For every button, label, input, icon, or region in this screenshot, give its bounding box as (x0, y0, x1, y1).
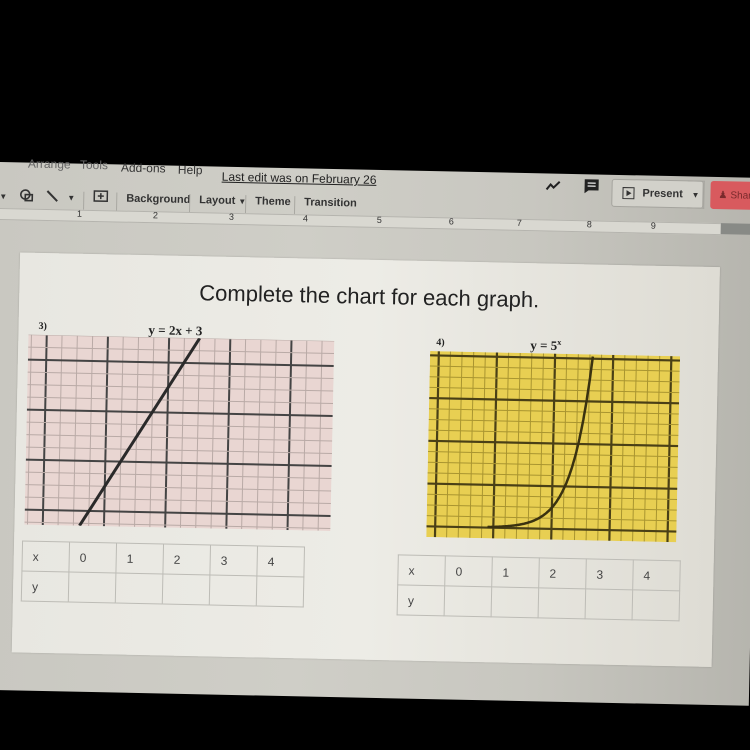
ruler-end (720, 223, 750, 235)
table-header-x: x (397, 554, 446, 586)
theme-button[interactable]: Theme (255, 195, 291, 208)
table-row-y: y (21, 571, 304, 607)
last-edit-link[interactable]: Last edit was on February 26 (222, 170, 377, 187)
add-comment-icon[interactable] (93, 190, 109, 207)
table-cell-x[interactable]: 4 (256, 545, 305, 577)
ruler-number: 5 (376, 214, 382, 226)
graph-number: 3) (38, 320, 48, 333)
ruler-number: 7 (516, 217, 522, 228)
ruler-number: 4 (302, 213, 309, 224)
separator (244, 195, 247, 214)
equation-exponent: x (557, 337, 562, 347)
separator (116, 192, 118, 211)
ruler-number: 8 (586, 219, 592, 230)
screen: Arrange Tools Add-ons Help Last edit was… (0, 157, 750, 706)
table-cell-y[interactable] (209, 574, 257, 606)
table-cell-y[interactable] (68, 572, 116, 604)
ruler-number: 2 (152, 210, 159, 221)
slide-canvas[interactable]: Complete the chart for each graph. 3) y … (11, 252, 720, 668)
graph-number: 4) (436, 337, 445, 349)
comment-icon[interactable] (582, 178, 600, 194)
table-header-y: y (397, 584, 445, 616)
table-cell-x[interactable]: 1 (491, 556, 540, 588)
table-cell-x[interactable]: 3 (209, 544, 258, 576)
table-cell-x[interactable]: 0 (444, 555, 493, 587)
line-icon[interactable] (45, 189, 59, 206)
table-header-x: x (21, 541, 70, 573)
present-label: Present (642, 187, 683, 201)
menu-help[interactable]: Help (178, 163, 203, 178)
separator (293, 196, 296, 215)
table-cell-x[interactable]: 0 (68, 542, 117, 574)
ruler-number: 9 (650, 220, 656, 231)
ruler-number: 1 (76, 208, 83, 219)
menu-arrange[interactable]: Arrange (28, 157, 71, 172)
equation-base: y = 5 (530, 337, 558, 354)
table-cell-y[interactable] (632, 589, 680, 621)
ruler-number: 6 (448, 216, 454, 227)
table-cell-x[interactable]: 2 (162, 544, 211, 575)
table-cell-y[interactable] (538, 587, 586, 619)
table-cell-y[interactable] (585, 588, 633, 620)
play-icon (622, 187, 635, 200)
table-cell-y[interactable] (444, 585, 492, 617)
menu-add-ons[interactable]: Add-ons (121, 161, 166, 176)
table-cell-y[interactable] (491, 586, 539, 618)
xy-table-linear: x 0 1 2 3 4 y (21, 541, 305, 608)
shape-icon[interactable] (19, 188, 35, 205)
separator (83, 191, 85, 210)
linear-graph (24, 334, 335, 531)
separator (188, 193, 191, 212)
xy-table-exponential: x 0 1 2 3 4 y (397, 554, 681, 621)
transition-button[interactable]: Transition (304, 196, 357, 209)
table-cell-x[interactable]: 2 (538, 557, 587, 589)
table-cell-y[interactable] (115, 573, 163, 604)
chevron-down-icon: ▼ (691, 189, 700, 200)
slide-title: Complete the chart for each graph. (199, 280, 540, 313)
table-cell-y[interactable] (162, 574, 210, 605)
background-button[interactable]: Background (126, 193, 190, 206)
ruler-number: 3 (228, 211, 235, 222)
table-cell-x[interactable]: 1 (115, 543, 164, 575)
graph-equation: y = 5x (530, 337, 561, 354)
person-icon: ♟ (718, 189, 728, 201)
layout-button[interactable]: Layout ▼ (199, 194, 246, 207)
trending-up-icon[interactable] (544, 177, 562, 193)
layout-label: Layout (199, 194, 236, 207)
table-cell-y[interactable] (256, 575, 304, 607)
menu-tools[interactable]: Tools (80, 158, 108, 173)
chevron-down-icon[interactable]: ▼ (0, 192, 7, 201)
table-header-y: y (21, 571, 69, 603)
chevron-down-icon[interactable]: ▼ (67, 193, 75, 202)
exponential-graph (426, 351, 681, 543)
share-label: Share (730, 189, 750, 202)
table-cell-x[interactable]: 4 (632, 559, 681, 591)
table-cell-x[interactable]: 3 (585, 558, 634, 590)
table-row-y: y (397, 584, 680, 621)
